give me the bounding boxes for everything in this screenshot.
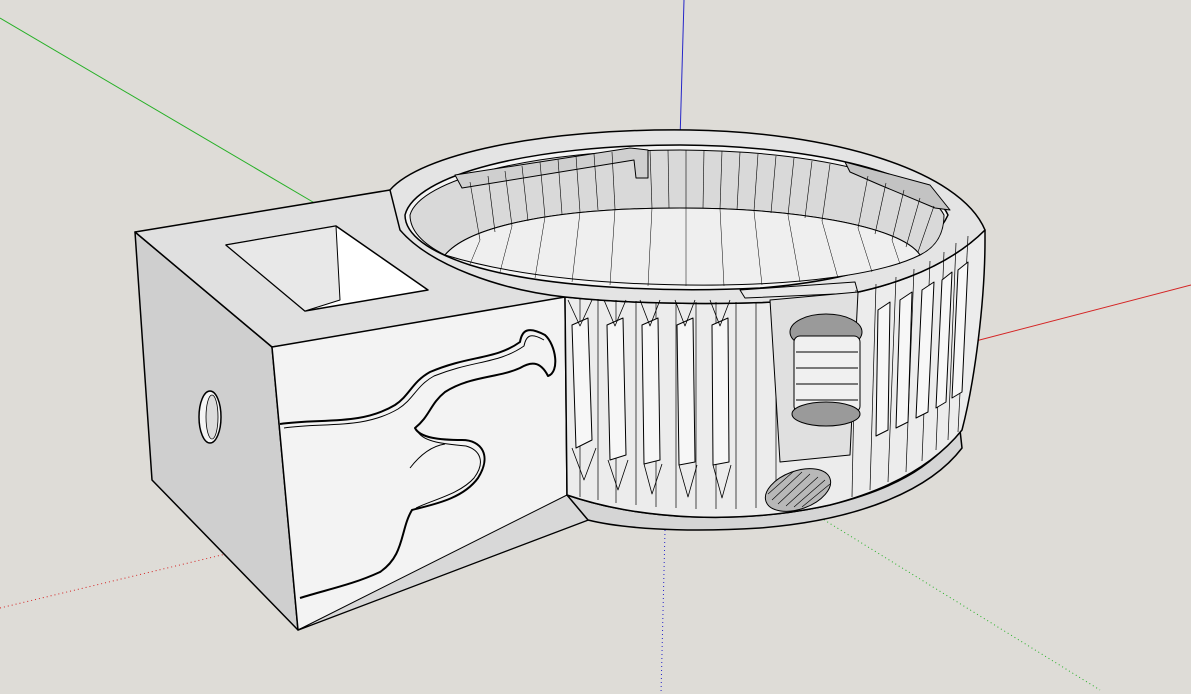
grip-slot bbox=[641, 317, 661, 465]
screw-knurl bbox=[793, 335, 861, 413]
grip-slot bbox=[606, 317, 627, 461]
green-axis-negative bbox=[799, 504, 1101, 691]
thumb-screw-side[interactable] bbox=[769, 291, 863, 463]
sketchup-3d-viewport[interactable] bbox=[0, 0, 1191, 694]
red-axis-positive bbox=[967, 284, 1191, 344]
screw-cap-bottom bbox=[791, 401, 861, 427]
blue-axis-negative bbox=[660, 529, 666, 694]
grip-slot bbox=[571, 317, 593, 449]
grip-slot bbox=[676, 317, 696, 466]
green-axis-positive bbox=[0, 17, 319, 206]
red-axis-negative bbox=[0, 546, 256, 609]
grip-slot bbox=[875, 301, 891, 437]
side-round-hole-inner bbox=[205, 394, 219, 440]
grip-slot bbox=[711, 317, 730, 466]
blue-axis-positive bbox=[679, 0, 685, 141]
